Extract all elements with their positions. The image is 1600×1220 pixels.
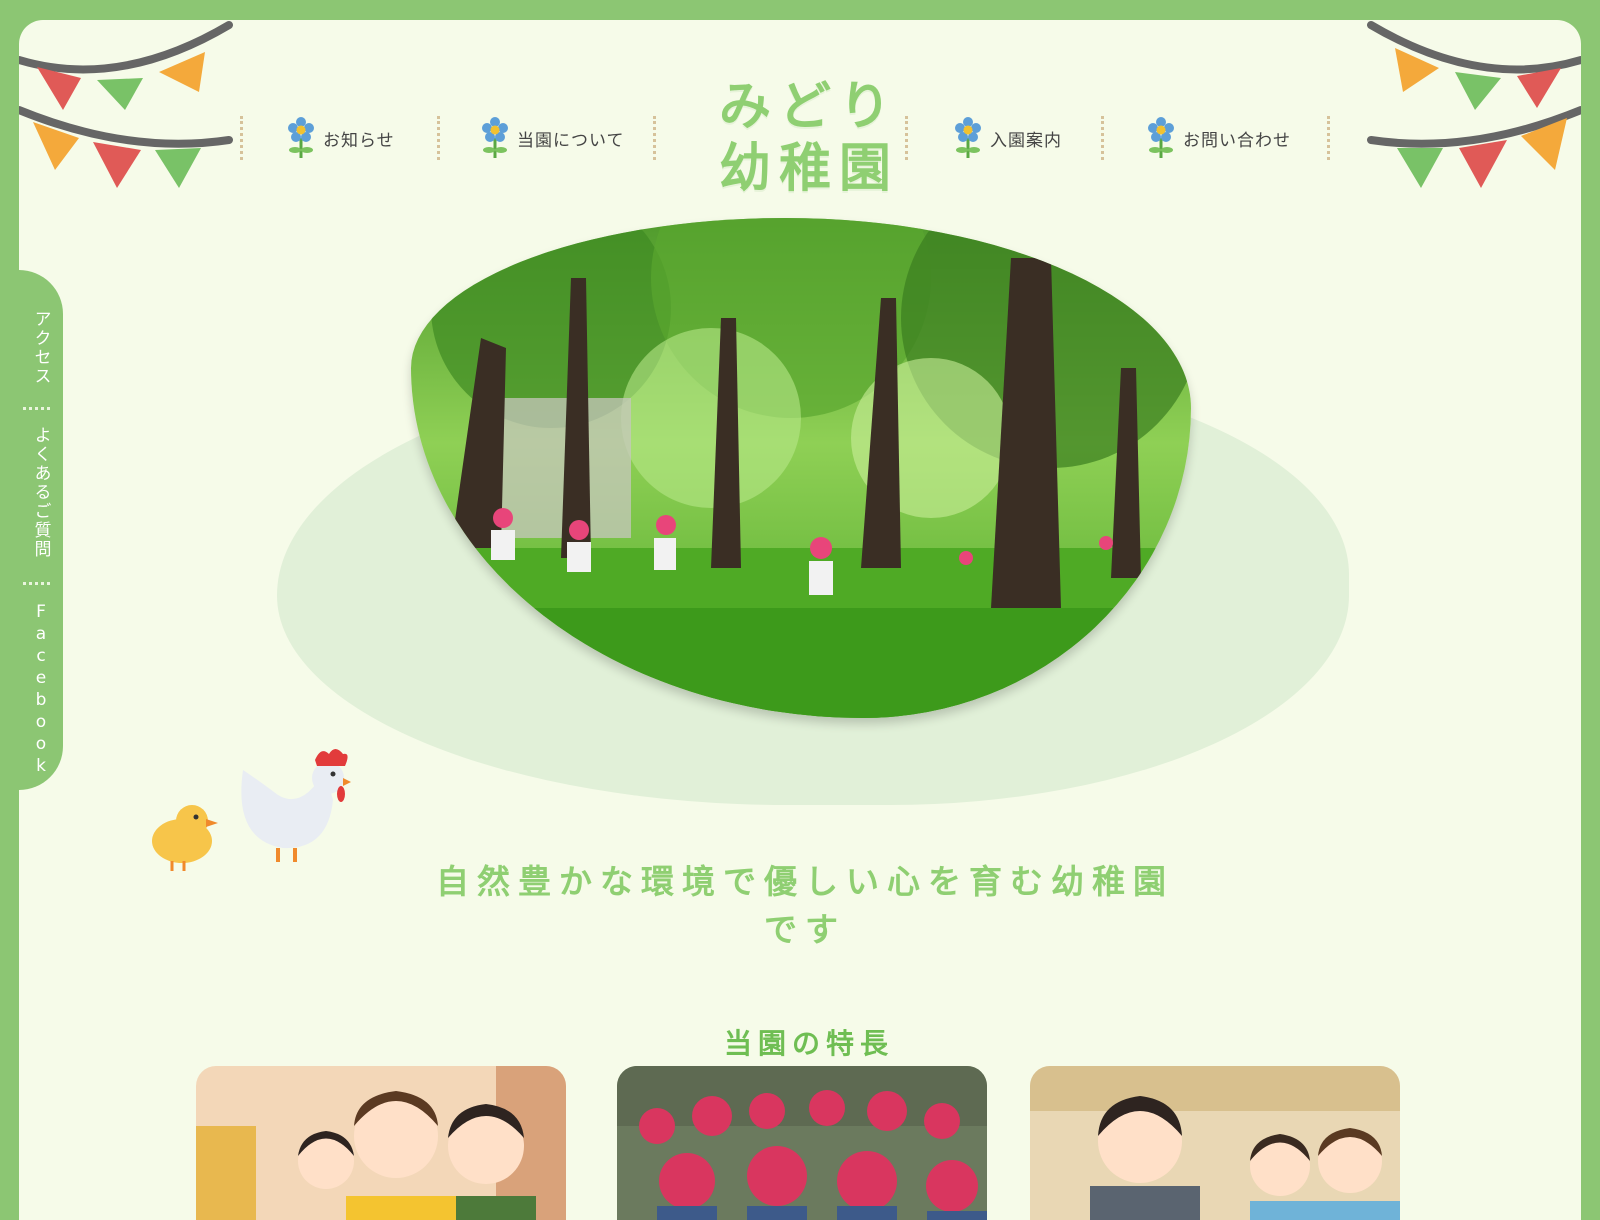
nav-label: お知らせ	[323, 130, 395, 151]
side-link-facebook[interactable]: Facebook	[19, 602, 63, 778]
flower-icon	[288, 117, 314, 158]
feature-card-2[interactable]	[617, 1066, 987, 1220]
nav-separator	[437, 116, 440, 160]
page: お知らせ 当園について みどり 幼稚園 入園案内 お問い合わせ アクセス よくあ…	[19, 20, 1581, 1220]
nav-item-news[interactable]: お知らせ	[287, 116, 395, 160]
feature-image	[1030, 1066, 1400, 1220]
logo-line-2: 幼稚園	[718, 139, 899, 199]
logo-line-1: みどり	[718, 77, 899, 137]
flower-icon	[955, 117, 981, 158]
nav-separator	[240, 116, 243, 160]
nav-separator	[653, 116, 656, 160]
bunting-decoration-left	[19, 21, 233, 188]
nav-separator	[905, 116, 908, 160]
feature-card-3[interactable]	[1030, 1066, 1400, 1220]
side-link-label: Facebook	[31, 602, 51, 778]
nav-separator	[1101, 116, 1104, 160]
side-tab: アクセス よくあるご質問 Facebook	[19, 270, 63, 790]
nav-separator	[1327, 116, 1330, 160]
hen-illustration	[241, 749, 351, 862]
nav-label: 入園案内	[990, 130, 1062, 151]
feature-image	[617, 1066, 987, 1220]
flower-icon	[1148, 117, 1174, 158]
side-link-access[interactable]: アクセス	[19, 310, 63, 400]
bunting-decoration-right	[1367, 21, 1581, 188]
side-link-label: アクセス	[30, 310, 51, 386]
nav-item-about[interactable]: 当園について	[481, 116, 625, 160]
side-separator	[19, 582, 50, 585]
side-link-label: よくあるご質問	[30, 426, 51, 559]
nav-label: お問い合わせ	[1183, 130, 1291, 151]
feature-image	[196, 1066, 566, 1220]
features-section-title: 当園の特長	[723, 1027, 894, 1060]
nav-item-contact[interactable]: お問い合わせ	[1147, 116, 1291, 160]
nav-item-admission[interactable]: 入園案内	[954, 116, 1062, 160]
side-link-faq[interactable]: よくあるご質問	[19, 426, 63, 576]
hero-tagline: 自然豊かな環境で優しい心を育む幼稚園です	[436, 862, 1174, 949]
flower-icon	[482, 117, 508, 158]
chick-illustration	[152, 805, 218, 871]
feature-card-1[interactable]	[196, 1066, 566, 1220]
nav-label: 当園について	[517, 130, 625, 151]
side-separator	[19, 407, 50, 410]
site-logo[interactable]: みどり 幼稚園	[709, 76, 909, 200]
